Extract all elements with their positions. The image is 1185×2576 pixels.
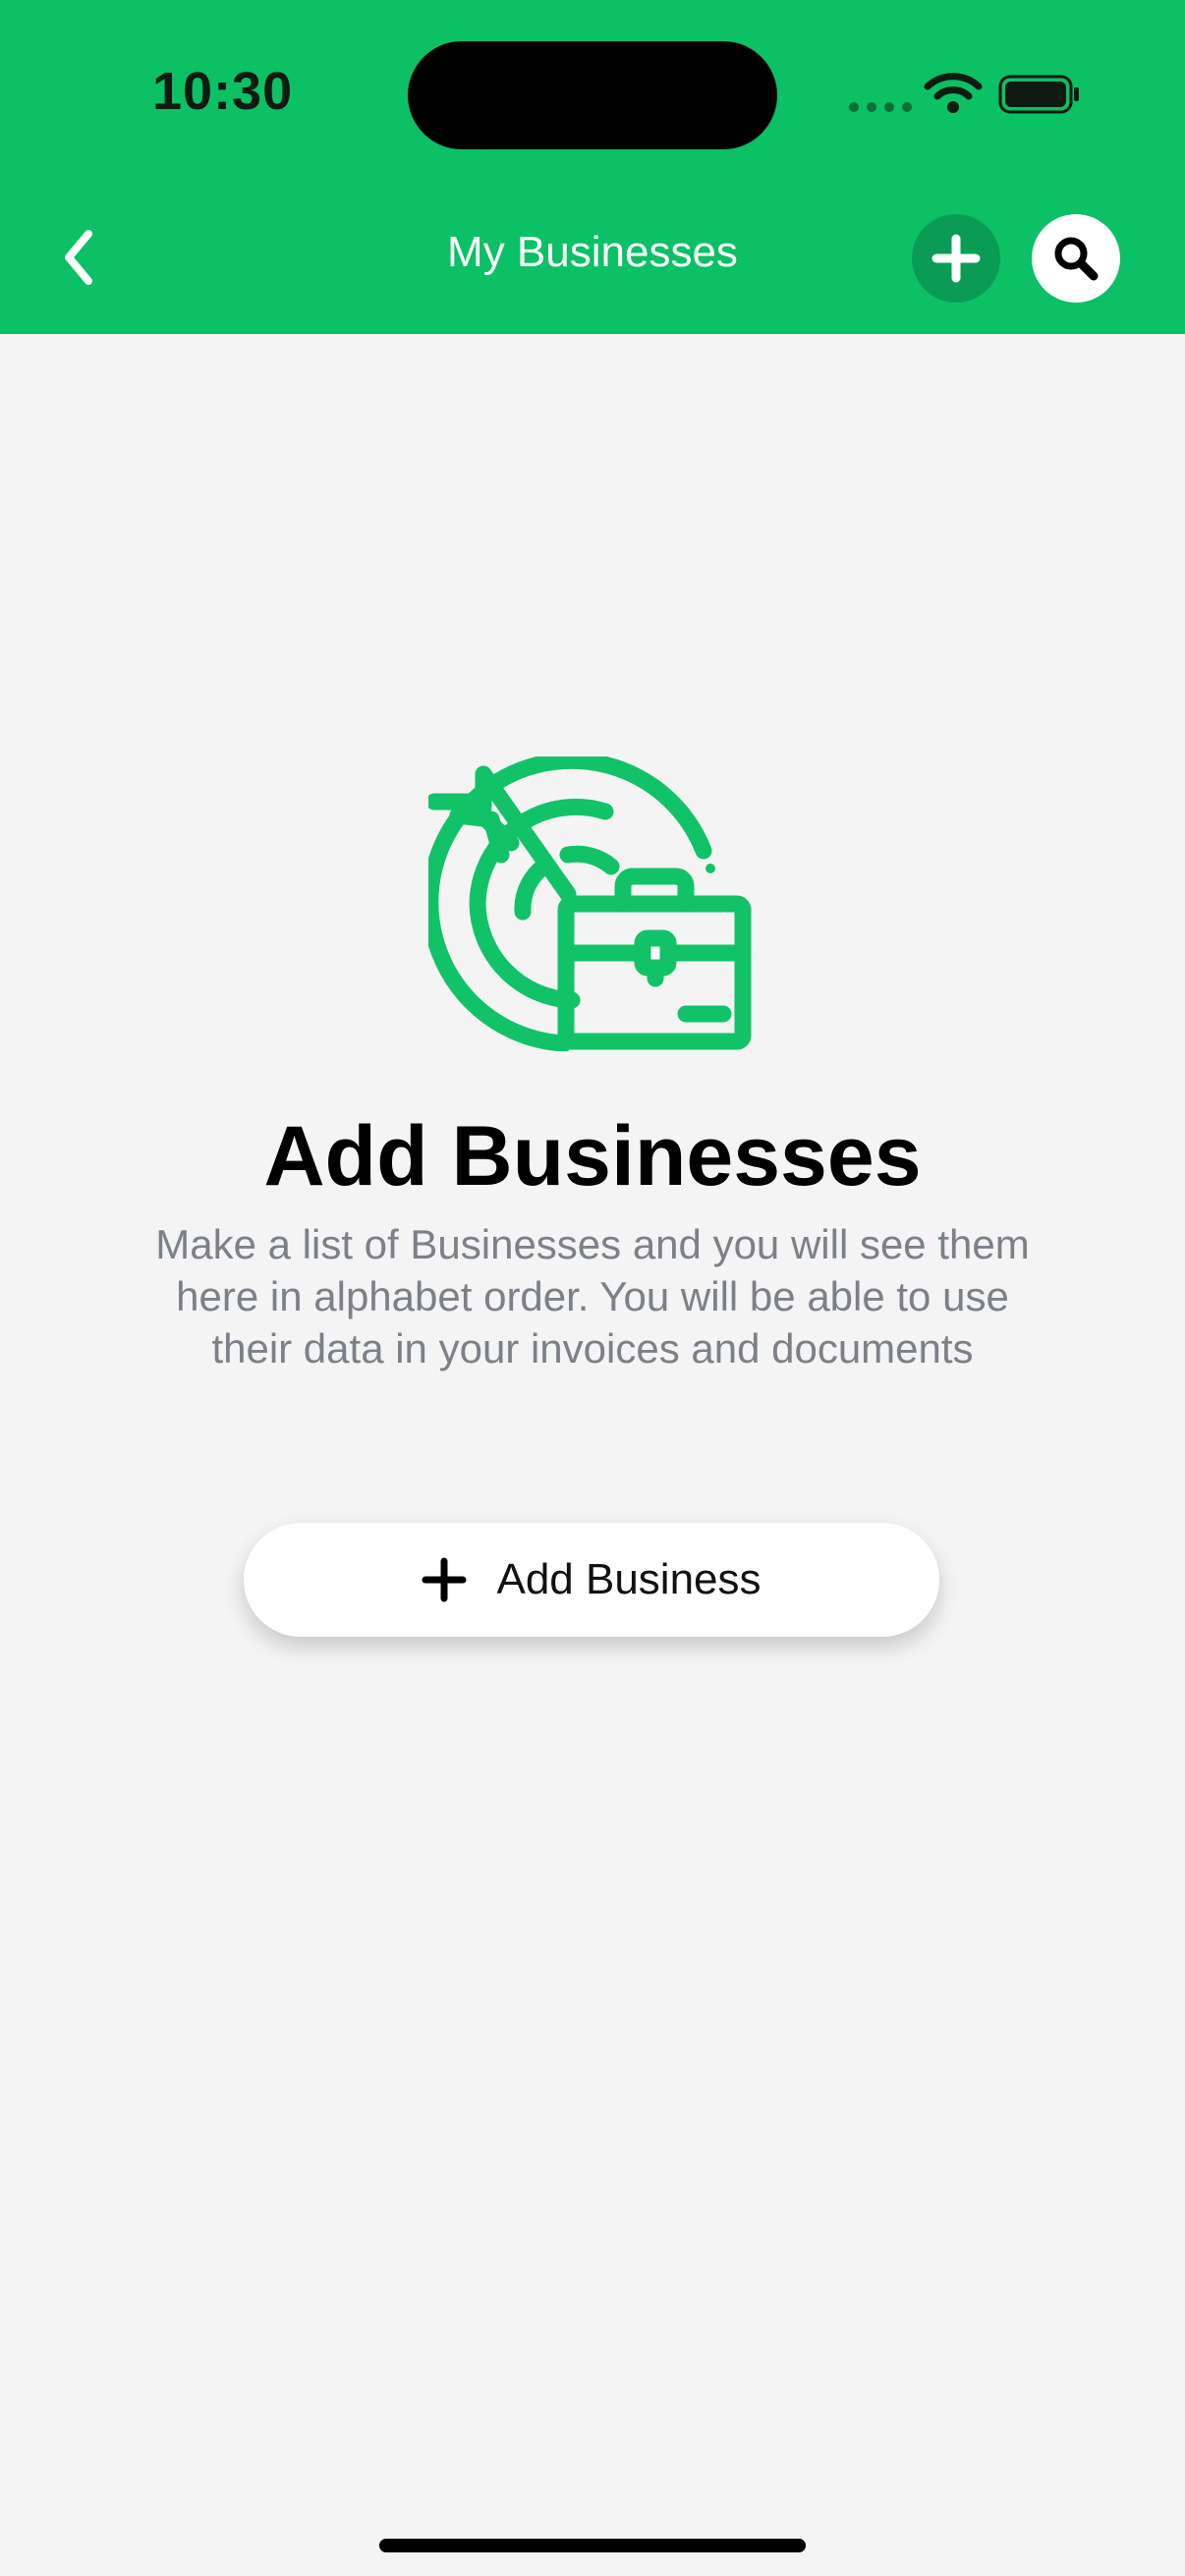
search-button[interactable] — [1032, 214, 1120, 303]
empty-state-title: Add Businesses — [263, 1109, 922, 1204]
page-title: My Businesses — [447, 228, 738, 276]
search-icon — [1054, 237, 1099, 281]
empty-state-description: Make a list of Businesses and you will s… — [155, 1221, 1030, 1372]
wifi-icon — [924, 73, 983, 113]
plus-icon — [931, 234, 981, 283]
plus-icon — [422, 1557, 467, 1602]
add-business-button[interactable]: Add Business — [244, 1523, 939, 1637]
add-business-button-label: Add Business — [496, 1555, 762, 1603]
home-indicator[interactable] — [379, 2539, 806, 2552]
header-bar: 10:30 My Businesses — [0, 0, 1185, 334]
battery-icon — [998, 75, 1079, 114]
chevron-left-icon — [65, 230, 92, 285]
dynamic-island — [408, 41, 777, 149]
cellular-signal-icon — [849, 102, 912, 112]
add-business-header-button[interactable] — [912, 214, 1000, 303]
status-time: 10:30 — [152, 62, 294, 121]
back-button[interactable] — [49, 218, 108, 297]
app-screen: 10:30 My Businesses Add Businesses Make … — [0, 0, 1185, 2576]
target-briefcase-icon — [428, 756, 752, 1051]
